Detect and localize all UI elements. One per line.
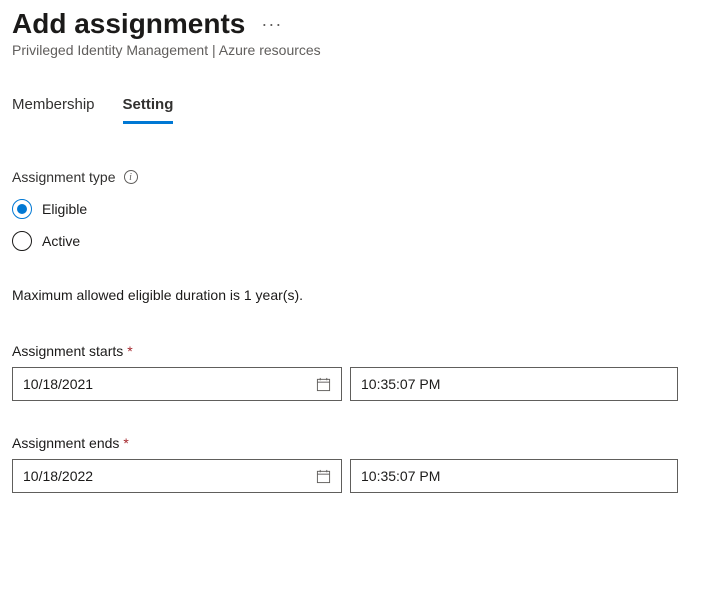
required-indicator: *	[123, 435, 128, 451]
tab-setting[interactable]: Setting	[123, 96, 174, 124]
tab-membership[interactable]: Membership	[12, 96, 95, 124]
breadcrumb: Privileged Identity Management | Azure r…	[12, 42, 704, 58]
more-icon[interactable]: ···	[261, 15, 282, 33]
end-time-value: 10:35:07 PM	[361, 468, 440, 484]
end-date-input[interactable]: 10/18/2022	[12, 459, 342, 493]
start-time-input[interactable]: 10:35:07 PM	[350, 367, 678, 401]
info-icon[interactable]: i	[124, 170, 138, 184]
assignment-type-label: Assignment type	[12, 169, 116, 185]
calendar-icon[interactable]	[316, 469, 331, 484]
assignment-ends-label: Assignment ends	[12, 435, 119, 451]
assignment-type-radio-group: Eligible Active	[12, 199, 704, 251]
radio-active-label: Active	[42, 233, 80, 249]
required-indicator: *	[127, 343, 132, 359]
radio-active[interactable]: Active	[12, 231, 704, 251]
radio-circle-icon	[12, 231, 32, 251]
end-time-input[interactable]: 10:35:07 PM	[350, 459, 678, 493]
start-date-input[interactable]: 10/18/2021	[12, 367, 342, 401]
radio-circle-icon	[12, 199, 32, 219]
radio-eligible-label: Eligible	[42, 201, 87, 217]
duration-hint: Maximum allowed eligible duration is 1 y…	[12, 287, 704, 303]
tabs: Membership Setting	[12, 96, 704, 125]
page-title: Add assignments	[12, 8, 245, 40]
assignment-starts-label: Assignment starts	[12, 343, 123, 359]
start-date-value: 10/18/2021	[23, 376, 93, 392]
radio-eligible[interactable]: Eligible	[12, 199, 704, 219]
start-time-value: 10:35:07 PM	[361, 376, 440, 392]
calendar-icon[interactable]	[316, 377, 331, 392]
end-date-value: 10/18/2022	[23, 468, 93, 484]
